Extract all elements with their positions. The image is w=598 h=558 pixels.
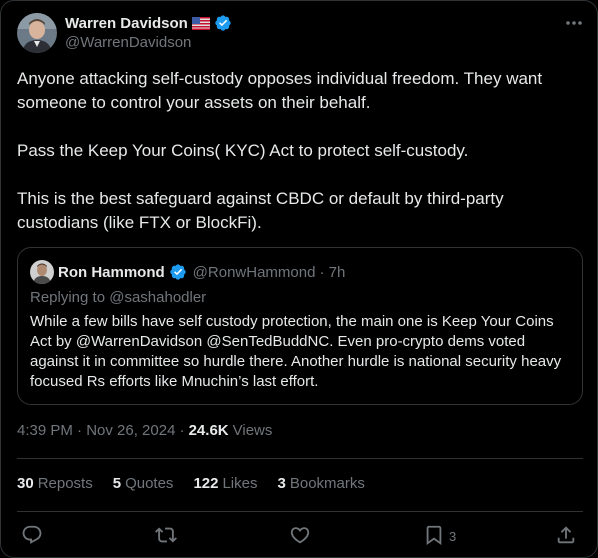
quoted-author-handle: @RonwHammond <box>192 263 316 281</box>
verified-icon <box>169 263 187 281</box>
divider <box>17 511 583 512</box>
author-name-row: Warren Davidson <box>65 13 232 33</box>
quotes-count: 5 <box>112 475 122 492</box>
tweet-timestamp[interactable]: 4:39 PM · Nov 26, 2024 · <box>17 422 185 439</box>
reposts-count: 30 <box>17 475 34 492</box>
verified-icon <box>214 14 232 32</box>
share-button[interactable] <box>555 524 577 548</box>
quotes-stat[interactable]: 5 Quotes <box>113 475 174 492</box>
share-icon <box>555 524 577 549</box>
replying-to: Replying to @sashahodler <box>30 289 206 306</box>
views-count: 24.6K <box>188 422 229 439</box>
divider <box>17 458 583 459</box>
reply-icon <box>21 524 43 549</box>
tweet-card: Warren Davidson @WarrenDavidson Anyone a… <box>0 0 598 558</box>
quoted-tweet[interactable]: Ron Hammond @RonwHammond · 7h Replying t… <box>17 247 583 405</box>
tweet-text: Anyone attacking self-custody opposes in… <box>17 67 583 235</box>
tweet-paragraph: Anyone attacking self-custody opposes in… <box>17 69 543 112</box>
bookmark-count: 3 <box>449 528 457 544</box>
more-icon[interactable] <box>561 13 587 33</box>
bookmarks-count: 3 <box>277 475 286 492</box>
like-icon <box>289 524 311 549</box>
likes-label: Likes <box>222 475 258 492</box>
quoted-name-row: Ron Hammond @RonwHammond · 7h <box>58 262 345 282</box>
author-avatar[interactable] <box>17 13 57 53</box>
bookmark-icon <box>423 524 445 549</box>
action-bar: 3 <box>17 521 583 551</box>
author-name[interactable]: Warren Davidson <box>65 15 188 32</box>
reposts-label: Reposts <box>37 475 93 492</box>
likes-count: 122 <box>193 475 219 492</box>
quoted-tweet-text: While a few bills have self custody prot… <box>30 313 562 390</box>
quoted-timestamp: · 7h <box>319 263 346 281</box>
bookmarks-stat[interactable]: 3 Bookmarks <box>278 475 365 492</box>
views-label: Views <box>232 422 273 439</box>
reposts-stat[interactable]: 30 Reposts <box>17 475 93 492</box>
replying-to-mention[interactable]: @sashahodler <box>109 289 206 306</box>
repost-icon <box>155 524 177 549</box>
bookmark-button[interactable]: 3 <box>423 524 456 548</box>
replying-to-label: Replying to <box>30 289 106 306</box>
tweet-meta: 4:39 PM · Nov 26, 2024 · 24.6K Views <box>17 422 272 439</box>
reply-button[interactable] <box>21 524 43 548</box>
likes-stat[interactable]: 122 Likes <box>193 475 257 492</box>
us-flag-icon <box>191 16 210 30</box>
quoted-author-avatar <box>30 260 54 284</box>
like-button[interactable] <box>289 524 311 548</box>
quoted-author-name: Ron Hammond <box>58 263 165 281</box>
tweet-paragraph: This is the best safeguard against CBDC … <box>17 189 504 232</box>
tweet-paragraph: Pass the Keep Your Coins( KYC) Act to pr… <box>17 141 469 160</box>
repost-button[interactable] <box>155 524 177 548</box>
bookmarks-label: Bookmarks <box>289 475 365 492</box>
engagement-stats: 30 Reposts 5 Quotes 122 Likes 3 Bookmark… <box>17 475 385 492</box>
quotes-label: Quotes <box>125 475 174 492</box>
author-handle[interactable]: @WarrenDavidson <box>65 34 191 51</box>
